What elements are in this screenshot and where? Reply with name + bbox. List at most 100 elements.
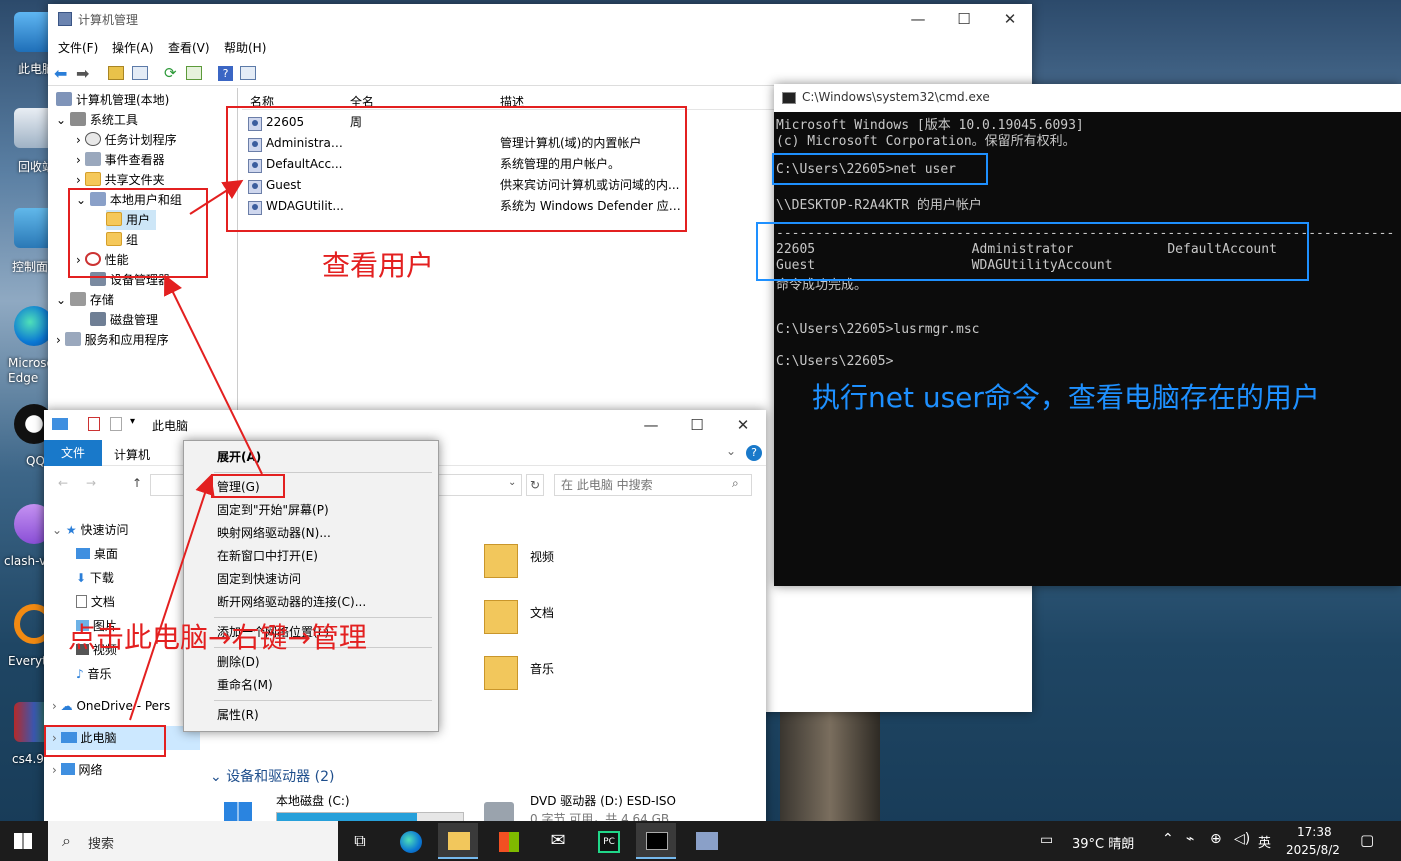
chevron-right-icon: › bbox=[76, 173, 85, 187]
input-language[interactable]: 英 bbox=[1258, 832, 1271, 851]
annotation-view-users: 查看用户 bbox=[322, 249, 435, 282]
back-arrow-icon[interactable]: ← bbox=[58, 476, 68, 490]
tab-file[interactable]: 文件 bbox=[44, 440, 102, 466]
menu-open-new-window[interactable]: 在新窗口中打开(E) bbox=[184, 545, 438, 568]
export-icon[interactable] bbox=[186, 66, 202, 80]
tree-task-scheduler[interactable]: › 任务计划程序 bbox=[76, 130, 177, 150]
nav-desktop[interactable]: 桌面 bbox=[76, 542, 118, 566]
back-arrow-icon[interactable]: ⬅ bbox=[54, 64, 67, 83]
chevron-down-icon: ⌄ bbox=[52, 523, 66, 537]
show-tree-icon[interactable] bbox=[132, 66, 148, 80]
tree-event-viewer[interactable]: › 事件查看器 bbox=[76, 150, 165, 170]
mail-taskbar-icon[interactable]: ✉ bbox=[538, 823, 578, 859]
menu-view[interactable]: 查看(V) bbox=[168, 39, 210, 56]
windows-start-icon[interactable] bbox=[14, 833, 32, 849]
menu-expand[interactable]: 展开(A) bbox=[184, 446, 438, 469]
ribbon-expand-icon[interactable]: ⌄ bbox=[726, 444, 736, 458]
forward-arrow-icon[interactable]: ➡ bbox=[76, 64, 89, 83]
menu-separator bbox=[214, 700, 432, 701]
help-icon[interactable]: ? bbox=[746, 445, 762, 461]
refresh-icon[interactable]: ↻ bbox=[526, 474, 544, 496]
pycharm-taskbar-icon[interactable]: PC bbox=[588, 823, 628, 859]
menu-pin-start[interactable]: 固定到"开始"屏幕(P) bbox=[184, 499, 438, 522]
cloud-icon: ☁ bbox=[60, 699, 73, 713]
maximize-icon[interactable]: ☐ bbox=[941, 4, 987, 34]
drive-name: 本地磁盘 (C:) bbox=[276, 794, 350, 808]
search-input[interactable] bbox=[554, 474, 752, 496]
menu-action[interactable]: 操作(A) bbox=[112, 39, 154, 56]
network-tray-icon[interactable]: ⌁ bbox=[1186, 831, 1194, 847]
clock-time[interactable]: 17:38 bbox=[1297, 825, 1332, 839]
cmd-taskbar-icon[interactable] bbox=[636, 823, 676, 859]
folder-videos[interactable]: 视频 bbox=[484, 540, 604, 584]
up-folder-icon[interactable] bbox=[108, 66, 124, 80]
folder-documents[interactable]: 文档 bbox=[484, 596, 604, 640]
nav-onedrive[interactable]: › ☁ OneDrive - Pers bbox=[52, 694, 202, 718]
tree-label: 系统工具 bbox=[89, 113, 138, 127]
devices-header[interactable]: ⌄ 设备和驱动器 (2) bbox=[210, 766, 334, 786]
services-icon bbox=[64, 332, 81, 346]
chevron-down-icon: ⌄ bbox=[210, 769, 227, 785]
refresh-icon[interactable]: ⟳ bbox=[164, 64, 177, 82]
tab-computer[interactable]: 计算机 bbox=[114, 446, 150, 463]
address-dropdown-icon[interactable]: ⌄ bbox=[508, 477, 516, 488]
annotation-box-local-users bbox=[68, 188, 208, 278]
new-folder-icon[interactable] bbox=[110, 417, 122, 431]
up-arrow-icon[interactable]: ↑ bbox=[132, 476, 142, 490]
folder-music[interactable]: 音乐 bbox=[484, 652, 604, 696]
weather-icon[interactable]: ▭ bbox=[1040, 832, 1053, 848]
nav-music[interactable]: ♪ 音乐 bbox=[76, 662, 112, 686]
computer-management-taskbar-icon[interactable] bbox=[686, 823, 726, 859]
menu-file[interactable]: 文件(F) bbox=[58, 39, 98, 56]
store-taskbar-icon[interactable] bbox=[488, 823, 528, 859]
pier-decoration bbox=[780, 700, 880, 825]
chevron-down-icon[interactable]: ▾ bbox=[130, 416, 135, 427]
video-folder-icon bbox=[484, 544, 518, 578]
close-icon[interactable]: ✕ bbox=[720, 410, 766, 440]
tree-services-apps[interactable]: › 服务和应用程序 bbox=[56, 330, 169, 350]
tree-storage[interactable]: ⌄ 存储 bbox=[56, 290, 114, 310]
minimize-icon[interactable]: — bbox=[895, 4, 941, 34]
help-icon[interactable]: ? bbox=[218, 66, 233, 81]
search-icon: ⌕ bbox=[62, 831, 71, 850]
file-explorer-taskbar-icon[interactable] bbox=[438, 823, 478, 859]
clock-date[interactable]: 2025/8/2 bbox=[1286, 843, 1340, 857]
menu-map-drive[interactable]: 映射网络驱动器(N)... bbox=[184, 522, 438, 545]
menu-rename[interactable]: 重命名(M) bbox=[184, 674, 438, 697]
weather-text[interactable]: 39°C 晴朗 bbox=[1072, 833, 1134, 852]
tree-shared-folders[interactable]: › 共享文件夹 bbox=[76, 170, 165, 190]
edge-taskbar-icon[interactable] bbox=[390, 823, 430, 859]
nav-quick-access[interactable]: ⌄ ★ 快速访问 bbox=[52, 518, 128, 542]
nav-documents[interactable]: 文档 bbox=[76, 590, 115, 614]
maximize-icon[interactable]: ☐ bbox=[674, 410, 720, 440]
folder-label: 文档 bbox=[530, 606, 555, 620]
minimize-icon[interactable]: — bbox=[628, 410, 674, 440]
task-view-icon[interactable]: ⧉ bbox=[340, 823, 380, 859]
menu-disconnect-drive[interactable]: 断开网络驱动器的连接(C)... bbox=[184, 591, 438, 614]
storage-icon bbox=[69, 292, 86, 306]
nav-network[interactable]: › 网络 bbox=[52, 758, 102, 782]
nav-label: 文档 bbox=[90, 595, 115, 609]
taskbar-search[interactable]: ⌕ 搜索 bbox=[48, 821, 338, 861]
chevron-right-icon: › bbox=[56, 333, 65, 347]
star-icon: ★ bbox=[65, 523, 77, 537]
menu-help[interactable]: 帮助(H) bbox=[224, 39, 266, 56]
tray-chevron-icon[interactable]: ⌃ bbox=[1162, 831, 1174, 847]
close-icon[interactable]: ✕ bbox=[987, 4, 1033, 34]
globe-tray-icon[interactable]: ⊕ bbox=[1210, 831, 1222, 847]
menu-properties[interactable]: 属性(R) bbox=[184, 704, 438, 727]
notification-icon[interactable]: ▢ bbox=[1360, 831, 1374, 849]
desktop-label: QQ bbox=[26, 454, 45, 468]
tree-root[interactable]: 计算机管理(本地) bbox=[56, 90, 169, 110]
window-title: 计算机管理 bbox=[78, 13, 139, 27]
nav-label: 下载 bbox=[89, 571, 114, 585]
quick-access-toolbar-icon[interactable] bbox=[88, 417, 100, 431]
tree-disk-management[interactable]: 磁盘管理 bbox=[90, 310, 158, 330]
forward-arrow-icon[interactable]: → bbox=[86, 476, 96, 490]
tree-system-tools[interactable]: ⌄ 系统工具 bbox=[56, 110, 138, 130]
properties-icon[interactable] bbox=[240, 66, 256, 80]
chevron-right-icon: › bbox=[52, 699, 61, 713]
menu-pin-quick-access[interactable]: 固定到快速访问 bbox=[184, 568, 438, 591]
volume-tray-icon[interactable]: ◁) bbox=[1234, 831, 1250, 847]
nav-downloads[interactable]: ⬇ 下载 bbox=[76, 566, 114, 590]
